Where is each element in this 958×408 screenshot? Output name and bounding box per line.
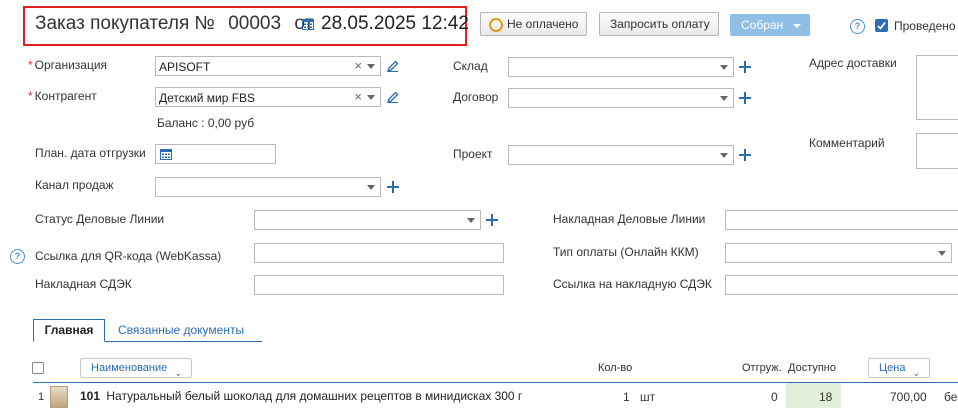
payment-type-label: Тип оплаты (Онлайн ККМ) bbox=[553, 245, 699, 259]
chevron-down-icon[interactable] bbox=[938, 251, 946, 256]
organization-label: * Организация bbox=[28, 58, 108, 72]
clear-icon[interactable]: × bbox=[354, 89, 362, 104]
circle-status-icon bbox=[489, 18, 503, 32]
add-project-icon[interactable] bbox=[738, 148, 752, 162]
chevron-down-icon: ⌄ bbox=[912, 368, 920, 378]
select-all-checkbox[interactable] bbox=[32, 362, 44, 374]
clear-icon[interactable]: × bbox=[354, 58, 362, 73]
chevron-down-icon[interactable] bbox=[367, 185, 375, 190]
cdek-invoice-input[interactable] bbox=[254, 275, 504, 295]
comment-label: Комментарий bbox=[809, 136, 885, 150]
product-thumbnail[interactable] bbox=[50, 386, 68, 408]
organization-value: APISOFT bbox=[159, 60, 211, 74]
chevron-down-icon[interactable] bbox=[720, 153, 728, 158]
row-unit: шт bbox=[640, 390, 656, 404]
table-row[interactable]: 1 101 Натуральный белый шоколад для дома… bbox=[0, 383, 958, 408]
column-shipped-header: Отгруж. bbox=[742, 362, 782, 374]
chevron-down-icon[interactable] bbox=[720, 65, 728, 70]
edit-icon[interactable] bbox=[386, 90, 400, 104]
row-index: 1 bbox=[38, 391, 45, 403]
help-icon[interactable]: ? bbox=[850, 19, 865, 34]
add-dl-status-icon[interactable] bbox=[485, 213, 499, 227]
column-price-header[interactable]: Цена ⌄ bbox=[868, 358, 930, 378]
tab-related-documents[interactable]: Связанные документы bbox=[118, 323, 244, 337]
project-label: Проект bbox=[453, 147, 493, 161]
sales-channel-select[interactable] bbox=[155, 177, 381, 197]
required-marker: * bbox=[28, 58, 33, 72]
row-qty[interactable]: 1 bbox=[623, 390, 630, 404]
posted-label: Проведено bbox=[894, 19, 956, 33]
chevron-down-icon[interactable] bbox=[367, 95, 375, 100]
warehouse-select[interactable] bbox=[508, 57, 734, 77]
request-payment-button[interactable]: Запросить оплату bbox=[599, 12, 719, 36]
edit-icon[interactable] bbox=[386, 59, 400, 73]
contract-label: Договор bbox=[453, 90, 499, 104]
tab-related-documents-label: Связанные документы bbox=[118, 323, 245, 337]
posted-checkbox[interactable] bbox=[875, 19, 888, 32]
chevron-down-icon: ⌄ bbox=[174, 368, 182, 378]
dl-status-label: Статус Деловые Линии bbox=[35, 212, 165, 226]
delivery-address-label: Адрес доставки bbox=[809, 56, 897, 70]
counterparty-select[interactable]: Детский мир FBS × bbox=[155, 87, 381, 107]
balance-text: Баланс : 0,00 руб bbox=[157, 116, 255, 130]
product-title: Натуральный белый шоколад для домашних р… bbox=[106, 389, 523, 403]
counterparty-value: Детский мир FBS bbox=[159, 91, 256, 105]
organization-select[interactable]: APISOFT × bbox=[155, 56, 381, 76]
add-contract-icon[interactable] bbox=[738, 91, 752, 105]
qr-link-input[interactable] bbox=[254, 243, 504, 263]
cdek-invoice-label: Накладная СДЭК bbox=[35, 277, 132, 291]
project-select[interactable] bbox=[508, 145, 734, 165]
column-name-header[interactable]: Наименование ⌄ bbox=[80, 358, 192, 378]
row-shipped: 0 bbox=[771, 390, 778, 404]
payment-status-label: Не оплачено bbox=[507, 17, 579, 31]
dl-invoice-input[interactable] bbox=[725, 210, 958, 230]
add-sales-channel-icon[interactable] bbox=[386, 180, 400, 194]
payment-type-select[interactable] bbox=[725, 243, 952, 263]
help-icon[interactable]: ? bbox=[10, 249, 25, 264]
tab-main-label: Главная bbox=[44, 323, 94, 337]
sales-channel-label: Канал продаж bbox=[35, 178, 114, 192]
row-price[interactable]: 700,00 bbox=[890, 390, 927, 404]
delivery-address-textarea[interactable] bbox=[916, 55, 958, 120]
product-name[interactable]: 101 Натуральный белый шоколад для домашн… bbox=[80, 389, 522, 403]
title-prefix: Заказ покупателя № bbox=[35, 13, 215, 34]
status-label: Собран bbox=[741, 18, 784, 32]
cdek-link-input[interactable] bbox=[725, 275, 958, 295]
chevron-down-icon[interactable] bbox=[467, 218, 475, 223]
row-available-cell bbox=[786, 383, 841, 408]
column-qty-header: Кол-во bbox=[598, 362, 633, 374]
warehouse-label: Склад bbox=[453, 59, 488, 73]
document-date[interactable]: 28.05.2025 12:42 bbox=[321, 13, 469, 35]
qr-link-label: Ссылка для QR-кода (WebKassa) bbox=[35, 249, 222, 263]
required-marker: * bbox=[28, 89, 33, 103]
calendar-icon[interactable] bbox=[160, 148, 172, 160]
checkmark-icon bbox=[877, 21, 886, 30]
contract-select[interactable] bbox=[508, 88, 734, 108]
column-price-label: Цена bbox=[879, 362, 906, 374]
chevron-down-icon bbox=[793, 24, 801, 28]
status-button[interactable]: Собран bbox=[730, 14, 810, 36]
row-extra: бе bbox=[944, 390, 958, 404]
document-title: Заказ покупателя № 00003 от bbox=[35, 13, 313, 35]
row-available: 18 bbox=[819, 390, 833, 404]
add-warehouse-icon[interactable] bbox=[738, 60, 752, 74]
dl-status-select[interactable] bbox=[254, 210, 481, 230]
calendar-icon[interactable] bbox=[302, 18, 314, 30]
chevron-down-icon[interactable] bbox=[367, 64, 375, 69]
ship-date-input[interactable] bbox=[155, 144, 276, 164]
comment-textarea[interactable] bbox=[916, 133, 958, 169]
column-available-header: Доступно bbox=[788, 362, 837, 374]
dl-invoice-label: Накладная Деловые Линии bbox=[553, 212, 706, 226]
cdek-link-label: Ссылка на накладную СДЭК bbox=[553, 277, 712, 291]
payment-status-button[interactable]: Не оплачено bbox=[480, 12, 587, 36]
product-code: 101 bbox=[80, 389, 101, 403]
document-number[interactable]: 00003 bbox=[228, 13, 281, 34]
request-payment-label: Запросить оплату bbox=[610, 17, 710, 31]
column-name-label: Наименование bbox=[91, 362, 168, 374]
chevron-down-icon[interactable] bbox=[720, 96, 728, 101]
tab-main[interactable]: Главная bbox=[33, 319, 105, 342]
counterparty-label: * Контрагент bbox=[28, 89, 97, 103]
ship-date-label: План. дата отгрузки bbox=[35, 146, 146, 160]
